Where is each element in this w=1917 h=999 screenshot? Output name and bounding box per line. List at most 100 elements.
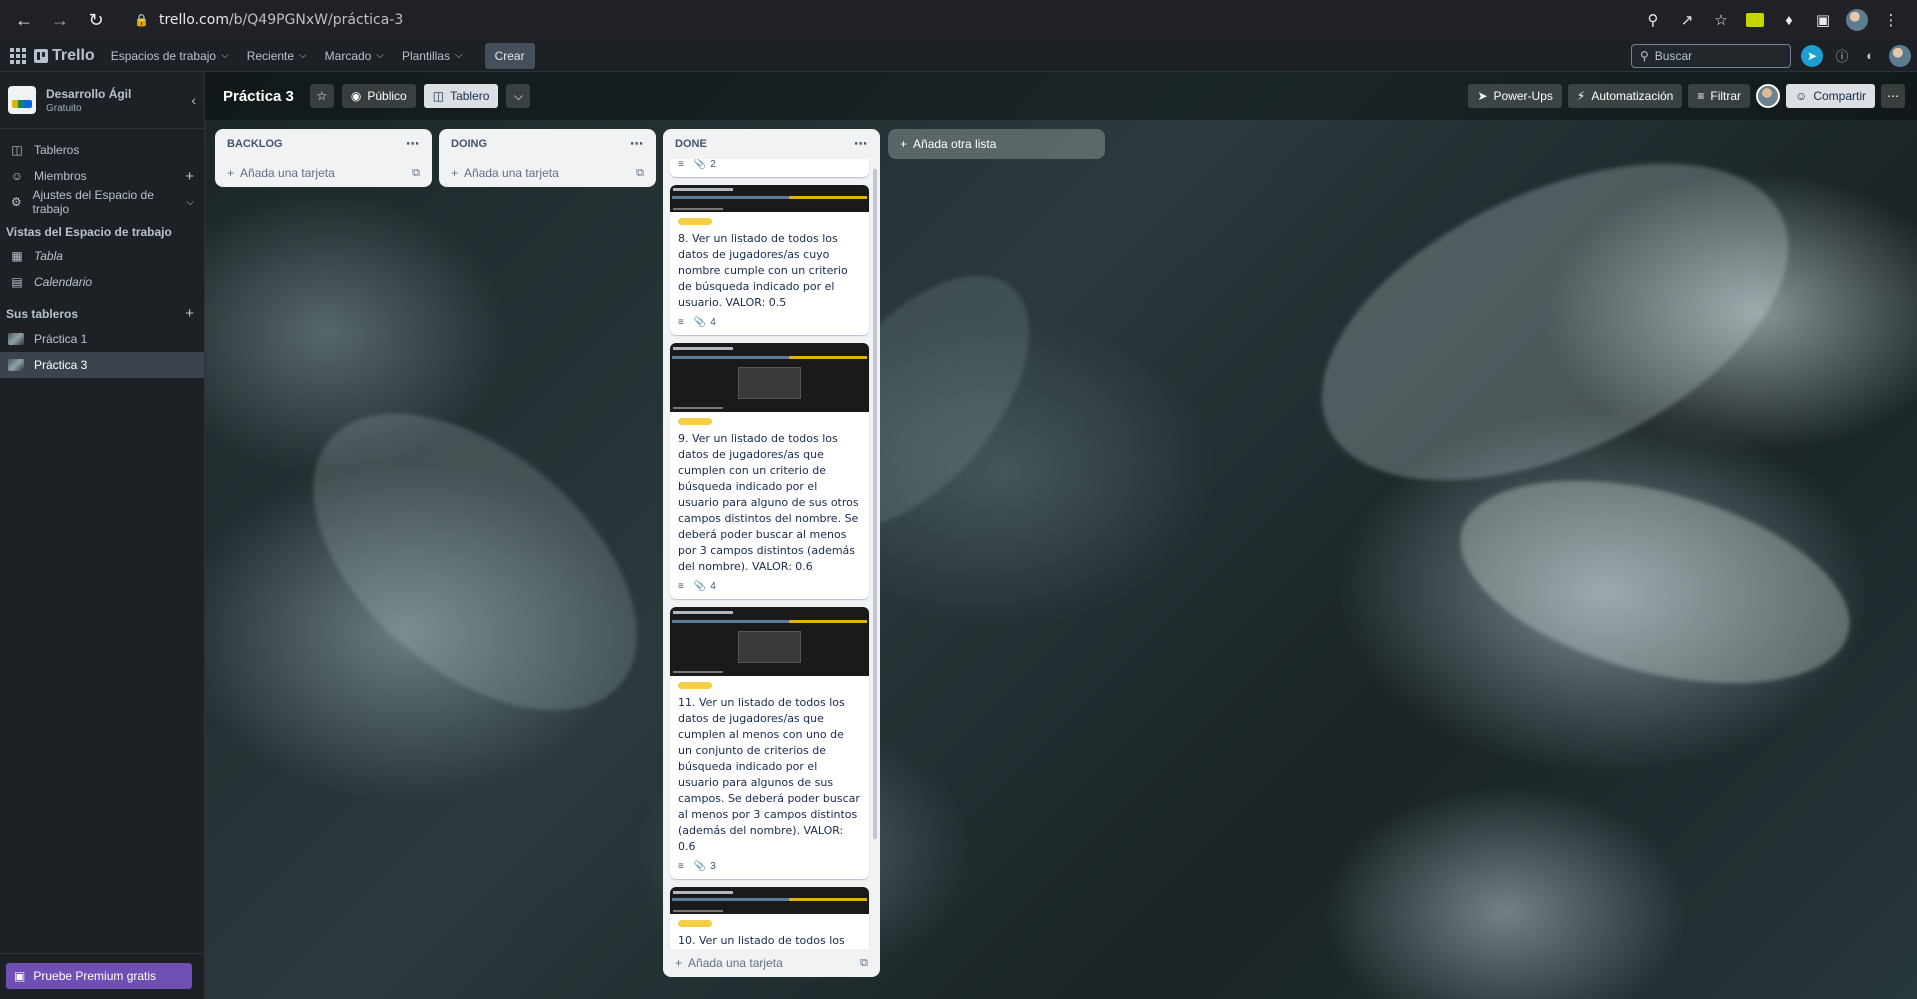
card[interactable]: 9. Ver un listado de todos los datos de … bbox=[670, 343, 869, 599]
views-heading: Vistas del Espacio de trabajo bbox=[6, 225, 172, 239]
add-card-button[interactable]: + Añada una tarjeta ⧉ bbox=[215, 159, 432, 187]
app-switcher-icon[interactable] bbox=[6, 44, 30, 68]
list-menu-icon[interactable]: ⋯ bbox=[406, 136, 420, 152]
board-canvas: Práctica 3 ☆ ◉ Público ◫ Tablero ⌵ ➤ Pow… bbox=[205, 72, 1917, 999]
bookmark-star-icon[interactable]: ☆ bbox=[1709, 8, 1733, 32]
trello-logo[interactable]: Trello bbox=[34, 47, 95, 65]
workspace-sidebar: Desarrollo Ágil Gratuito ‹ ◫ Tableros ☺ … bbox=[0, 72, 205, 999]
sidebar-item-settings[interactable]: ⚙ Ajustes del Espacio de trabajo ⌵ bbox=[0, 188, 204, 216]
menu-starred[interactable]: Marcado ⌵ bbox=[325, 49, 384, 63]
theme-icon[interactable]: ◐ bbox=[1861, 48, 1879, 63]
card-template-icon[interactable]: ⧉ bbox=[412, 167, 420, 180]
automation-button[interactable]: ⚡ Automatización bbox=[1567, 84, 1683, 108]
list-title[interactable]: DOING bbox=[451, 138, 487, 150]
description-icon: ≡ bbox=[678, 860, 684, 872]
search-input[interactable]: ⚲ Buscar bbox=[1631, 43, 1791, 68]
create-button[interactable]: Crear bbox=[484, 42, 535, 69]
list-header[interactable]: BACKLOG ⋯ bbox=[215, 129, 432, 159]
view-switcher-button[interactable]: ◫ Tablero bbox=[423, 84, 499, 108]
attachment-badge: 📎 3 bbox=[693, 860, 716, 872]
card[interactable]: 10. Ver un listado de todos los datos de… bbox=[670, 887, 869, 949]
card-list[interactable]: ≡ 📎 2 8. Ver un listado de todos los dato… bbox=[663, 159, 880, 949]
collapse-sidebar-icon[interactable]: ‹ bbox=[191, 92, 196, 108]
card[interactable]: ≡ 📎 2 bbox=[670, 159, 869, 177]
list-scrollbar[interactable] bbox=[873, 169, 877, 839]
list-menu-icon[interactable]: ⋯ bbox=[854, 136, 868, 152]
list-header[interactable]: DONE ⋯ bbox=[663, 129, 880, 159]
person-icon: ☺ bbox=[10, 169, 24, 183]
card-title: 10. Ver un listado de todos los datos de… bbox=[678, 934, 845, 947]
board-icon: ◫ bbox=[11, 143, 23, 157]
forward-icon[interactable]: → bbox=[44, 4, 76, 36]
puzzle-icon[interactable]: ♦ bbox=[1777, 8, 1801, 32]
card-cover-image bbox=[670, 607, 869, 676]
member-avatar[interactable] bbox=[1756, 84, 1781, 108]
star-board-icon[interactable]: ☆ bbox=[309, 84, 334, 108]
profile-avatar[interactable] bbox=[1845, 8, 1869, 32]
sidebar-item-boards[interactable]: ◫ Tableros bbox=[0, 137, 204, 163]
premium-trial-button[interactable]: ▣ Pruebe Premium gratis bbox=[6, 963, 192, 989]
add-card-button[interactable]: + Añada una tarjeta ⧉ bbox=[439, 159, 656, 187]
workspace-plan: Gratuito bbox=[46, 102, 82, 114]
card-label bbox=[678, 418, 712, 425]
address-bar[interactable]: 🔒 trello.com/b/Q49PGNxW/práctica-3 bbox=[124, 5, 1637, 35]
visibility-button[interactable]: ◉ Público bbox=[341, 84, 416, 108]
lock-icon: 🔒 bbox=[134, 13, 149, 27]
list-menu-icon[interactable]: ⋯ bbox=[630, 136, 644, 152]
table-icon: ▦ bbox=[11, 249, 23, 263]
add-board-icon[interactable]: + bbox=[185, 305, 198, 322]
add-person-icon: ☺ bbox=[1795, 89, 1808, 103]
menu-templates[interactable]: Plantillas ⌵ bbox=[402, 49, 463, 63]
reload-icon[interactable]: ↻ bbox=[80, 4, 112, 36]
card[interactable]: 11. Ver un listado de todos los datos de… bbox=[670, 607, 869, 879]
card-label bbox=[678, 218, 712, 225]
briefcase-icon: ▣ bbox=[14, 969, 26, 983]
share-button[interactable]: ☺ Compartir bbox=[1786, 84, 1875, 108]
back-icon[interactable]: ← bbox=[8, 4, 40, 36]
sidebar-board-practica-1[interactable]: Práctica 1 bbox=[0, 326, 204, 352]
add-list-button[interactable]: + Añada otra lista bbox=[888, 129, 1105, 159]
sidebar-item-members[interactable]: ☺ Miembros + bbox=[0, 163, 204, 189]
attachment-badge: 📎 4 bbox=[693, 580, 716, 592]
sidepanel-icon[interactable]: ▣ bbox=[1811, 8, 1835, 32]
menu-recent[interactable]: Reciente ⌵ bbox=[247, 49, 307, 63]
chevron-down-icon: ⌵ bbox=[454, 50, 463, 61]
sidebar-item-calendar[interactable]: ▤ Calendario bbox=[0, 269, 204, 295]
sidebar-item-table[interactable]: ▦ Tabla bbox=[0, 243, 204, 269]
list-backlog: BACKLOG ⋯ + Añada una tarjeta ⧉ bbox=[215, 129, 432, 187]
add-member-icon[interactable]: + bbox=[185, 168, 194, 185]
filter-button[interactable]: ≡ Filtrar bbox=[1688, 84, 1751, 108]
extension-icon[interactable] bbox=[1743, 8, 1767, 32]
card-template-icon[interactable]: ⧉ bbox=[860, 957, 868, 970]
plus-icon: + bbox=[900, 137, 908, 151]
help-icon[interactable]: ⓘ bbox=[1833, 46, 1851, 65]
card[interactable]: 8. Ver un listado de todos los datos de … bbox=[670, 185, 869, 335]
sidebar-board-practica-3[interactable]: Práctica 3 bbox=[0, 352, 204, 378]
list-title[interactable]: DONE bbox=[675, 138, 707, 150]
card-label bbox=[678, 920, 712, 927]
account-avatar[interactable] bbox=[1889, 44, 1911, 67]
description-icon: ≡ bbox=[678, 580, 684, 592]
chevron-down-icon: ⌵ bbox=[221, 50, 229, 61]
list-header[interactable]: DOING ⋯ bbox=[439, 129, 656, 159]
card-template-icon[interactable]: ⧉ bbox=[636, 167, 644, 180]
card-title: 8. Ver un listado de todos los datos de … bbox=[678, 232, 848, 309]
paperclip-icon: 📎 bbox=[693, 580, 707, 592]
zoom-icon[interactable]: ⚲ bbox=[1641, 8, 1665, 32]
add-card-button[interactable]: + Añada una tarjeta ⧉ bbox=[663, 949, 880, 977]
views-dropdown-icon[interactable]: ⌵ bbox=[506, 84, 531, 108]
board-title[interactable]: Práctica 3 bbox=[217, 88, 302, 105]
powerups-button[interactable]: ➤ Power-Ups bbox=[1468, 84, 1562, 108]
search-icon: ⚲ bbox=[1640, 48, 1649, 63]
notifications-icon[interactable]: ➤ bbox=[1801, 44, 1823, 67]
card-cover-image bbox=[670, 343, 869, 412]
plus-icon: + bbox=[451, 166, 459, 180]
share-icon[interactable]: ↗ bbox=[1675, 8, 1699, 32]
menu-workspaces[interactable]: Espacios de trabajo ⌵ bbox=[111, 49, 229, 63]
attachment-badge: 📎 2 bbox=[693, 159, 716, 170]
board-menu-icon[interactable]: ⋯ bbox=[1881, 84, 1905, 108]
workspace-name: Desarrollo Ágil bbox=[46, 86, 132, 101]
list-title[interactable]: BACKLOG bbox=[227, 138, 283, 150]
workspace-header: Desarrollo Ágil Gratuito ‹ bbox=[0, 72, 204, 129]
kebab-menu-icon[interactable]: ⋮ bbox=[1879, 8, 1903, 32]
